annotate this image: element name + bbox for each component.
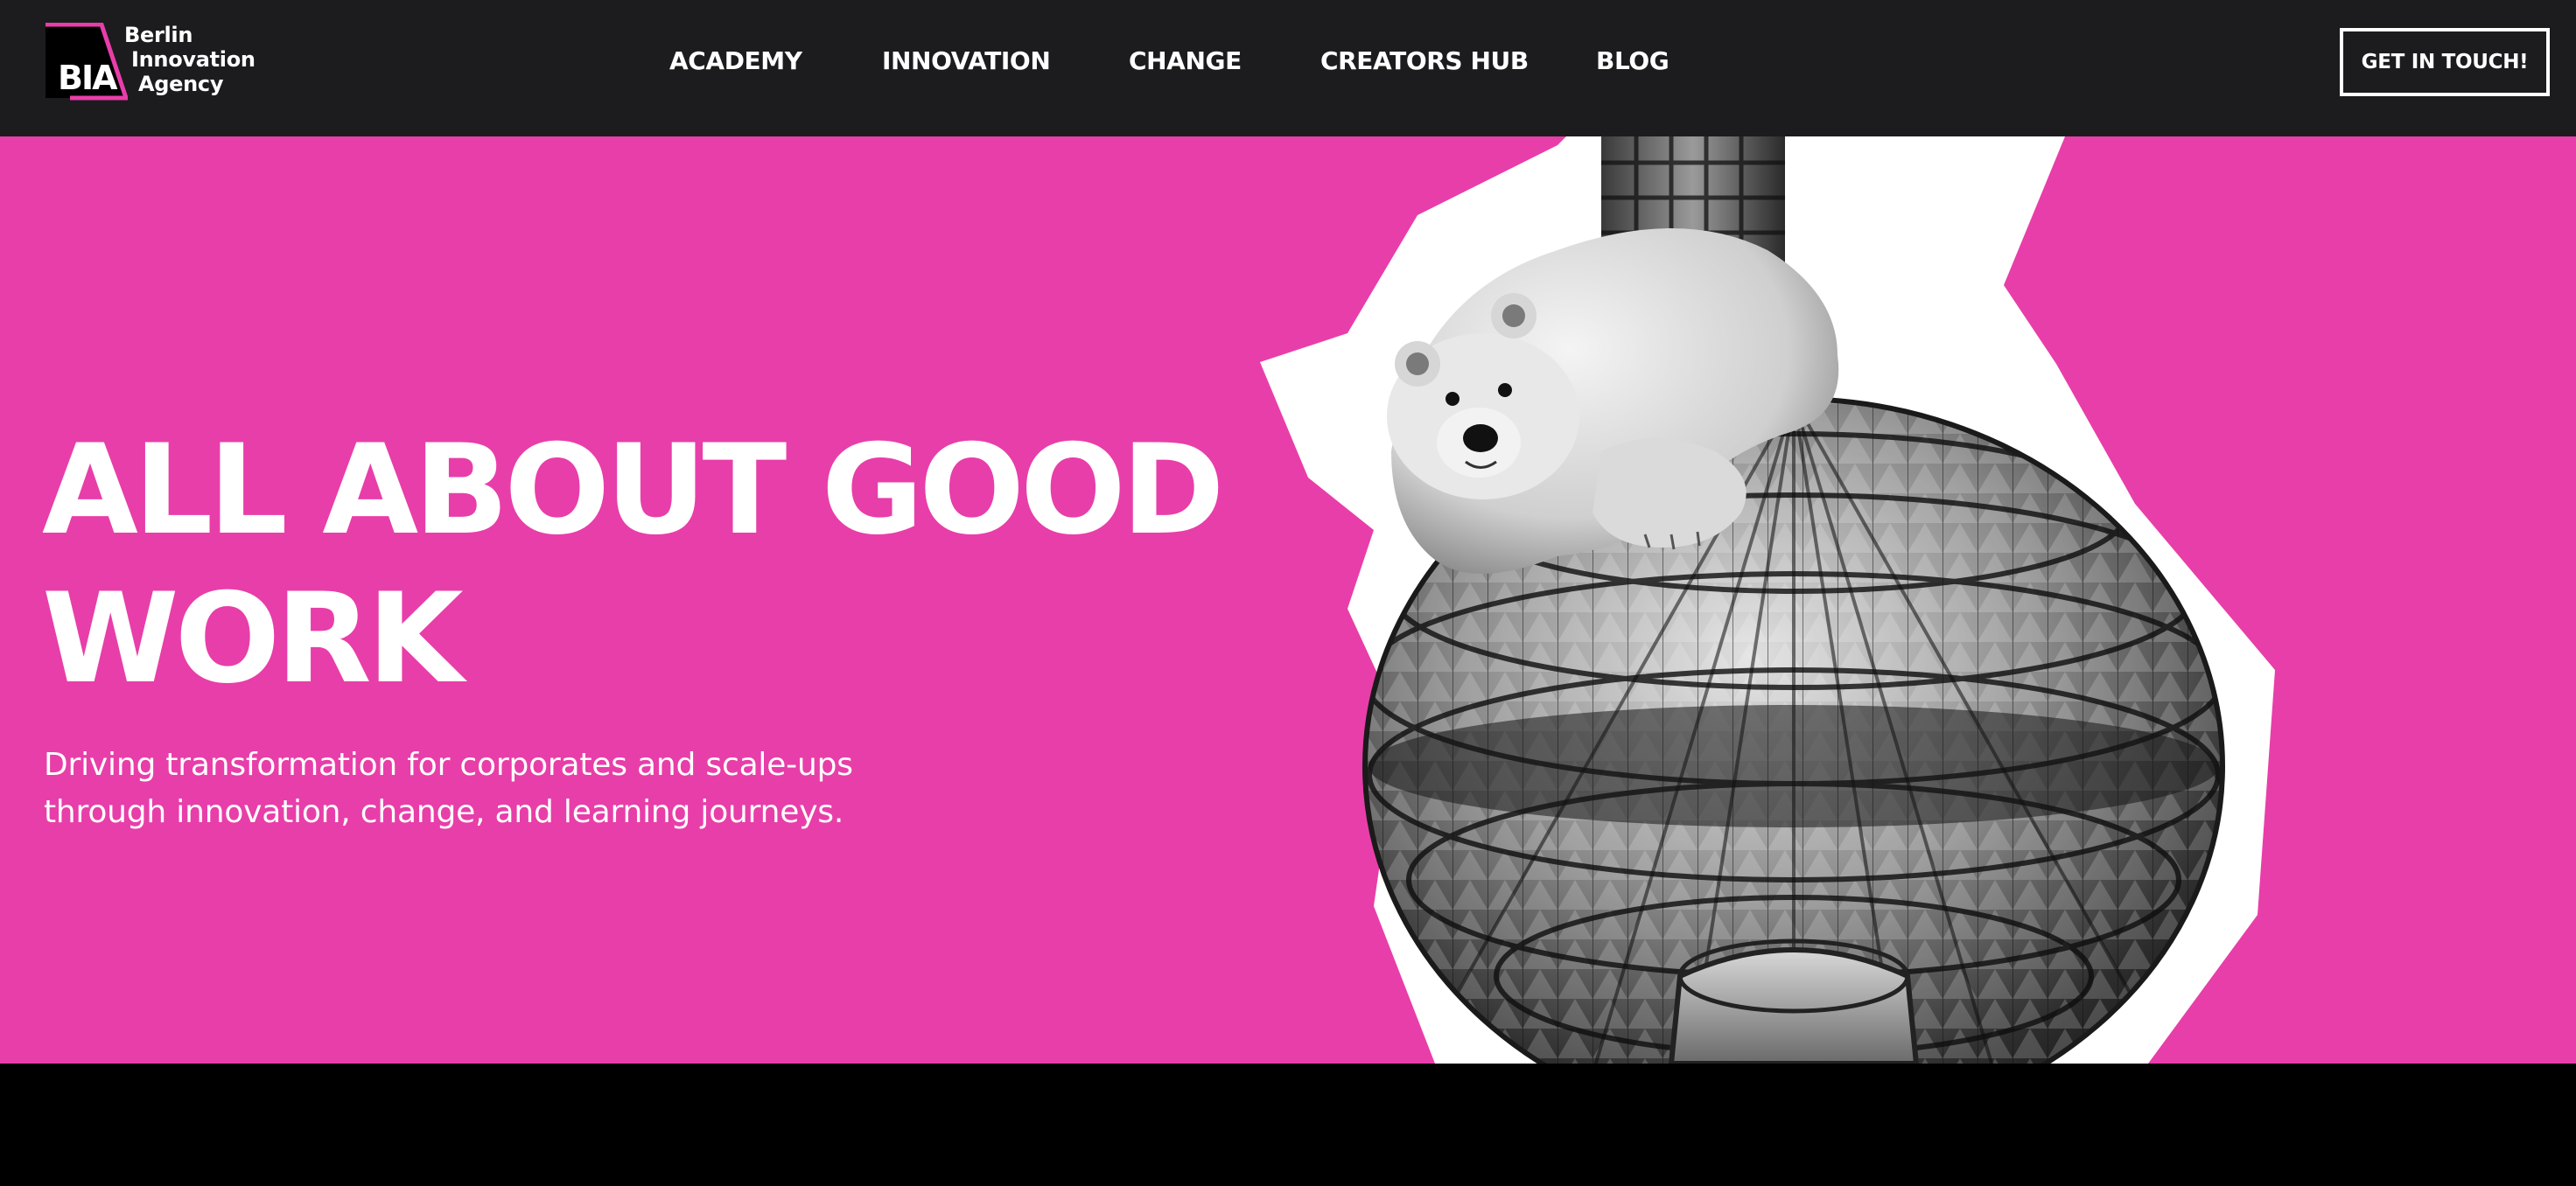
logo-word-berlin: Berlin bbox=[124, 23, 193, 47]
logo-word-innovation: Innovation bbox=[131, 47, 256, 72]
hero-title-line-1: ALL ABOUT GOOD bbox=[42, 418, 1225, 562]
main-nav: ACADEMY INNOVATION CHANGE CREATORS HUB B… bbox=[0, 0, 2576, 136]
nav-item-academy[interactable]: ACADEMY bbox=[669, 45, 802, 77]
logo-mark-text: BIA bbox=[58, 59, 118, 97]
hero-image-polar-bear-tv-tower bbox=[1260, 136, 2275, 1064]
nav-item-innovation[interactable]: INNOVATION bbox=[882, 45, 1051, 77]
nav-item-change[interactable]: CHANGE bbox=[1129, 45, 1242, 77]
nav-item-blog[interactable]: BLOG bbox=[1596, 45, 1670, 77]
site-header: BIA Berlin Innovation Agency ACADEMY INN… bbox=[0, 0, 2576, 136]
hero-title-line-2: WORK bbox=[42, 567, 464, 711]
bia-logo[interactable]: BIA Berlin Innovation Agency bbox=[44, 23, 256, 103]
hero-subtitle: Driving transformation for corporates an… bbox=[44, 742, 919, 836]
logo-word-agency: Agency bbox=[138, 72, 224, 96]
hero-subtitle-line-1: Driving transformation for corporates an… bbox=[44, 747, 853, 783]
hero-section: ALL ABOUT GOOD WORK Driving transformati… bbox=[0, 136, 2576, 1064]
bia-logo-mark: BIA bbox=[46, 23, 128, 101]
get-in-touch-button[interactable]: GET IN TOUCH! bbox=[2340, 28, 2550, 96]
tower-base bbox=[1668, 947, 1920, 1064]
hero-subtitle-line-2: through innovation, change, and learning… bbox=[44, 794, 844, 830]
hero-title: ALL ABOUT GOOD WORK bbox=[42, 416, 1267, 714]
footer-band bbox=[0, 1064, 2576, 1186]
logo-wordmark: Berlin Innovation Agency bbox=[124, 23, 256, 96]
nav-item-creators-hub[interactable]: CREATORS HUB bbox=[1320, 45, 1529, 77]
